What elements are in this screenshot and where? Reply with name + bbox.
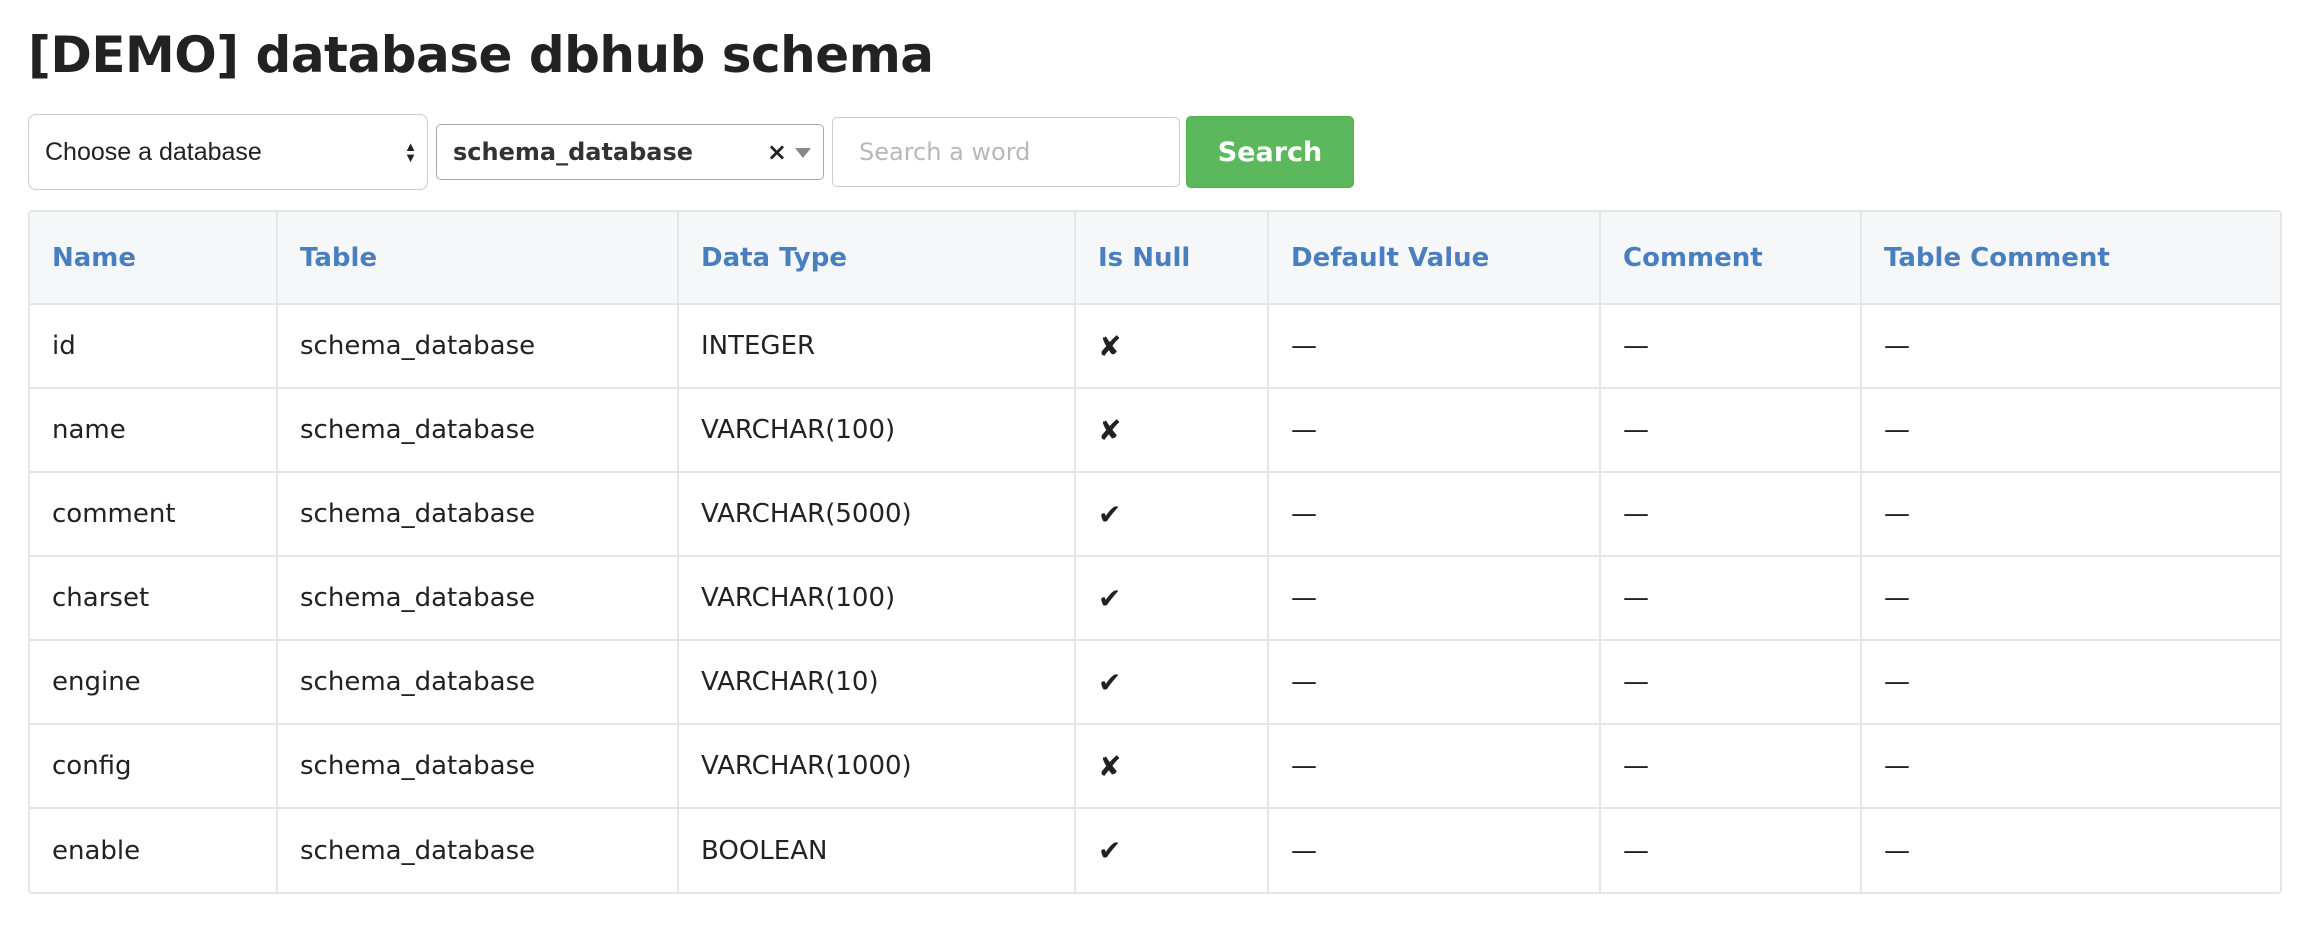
clear-icon[interactable]: × [767,138,787,166]
table-row: charset schema_database VARCHAR(100) ✔ —… [30,556,2280,641]
column-header-default-value[interactable]: Default Value [1268,212,1601,305]
database-select[interactable]: Choose a database ▲ ▼ [28,114,428,190]
cross-icon: ✘ [1075,724,1269,809]
table-row: config schema_database VARCHAR(1000) ✘ —… [30,724,2280,809]
cell-name: enable [30,808,278,892]
check-icon: ✔ [1075,556,1269,641]
table-row: name schema_database VARCHAR(100) ✘ — — … [30,388,2280,473]
table-select[interactable]: schema_database × [436,124,824,180]
cell-comment: — [1600,724,1862,809]
cell-data-type: VARCHAR(1000) [678,724,1076,809]
cell-name: engine [30,640,278,725]
cell-table-comment: — [1884,835,1910,866]
cell-comment: — [1600,388,1862,473]
column-header-comment[interactable]: Comment [1600,212,1862,305]
cell-comment: — [1600,472,1862,557]
cell-table-comment: — [1861,556,2280,641]
select-arrows-icon: ▲ ▼ [404,140,417,165]
schema-table: Name Table Data Type Is Null Default Val… [30,212,2280,892]
column-header-table[interactable]: Table [277,212,679,305]
page: [DEMO] database dbhub schema Choose a da… [0,0,2302,894]
cell-data-type: VARCHAR(100) [678,556,1076,641]
cell-table: schema_database [277,808,679,892]
column-header-table-comment[interactable]: Table Comment [1861,212,2280,305]
cell-table-comment: — [1861,304,2280,389]
cell-table-comment: — [1861,388,2280,473]
check-icon: ✔ [1075,640,1269,725]
page-title: [DEMO] database dbhub schema [28,26,934,84]
cell-name: comment [30,472,278,557]
cell-table: schema_database [277,556,679,641]
cell-table: schema_database [277,472,679,557]
cell-data-type: VARCHAR(5000) [678,472,1076,557]
cell-default-value: — [1268,640,1601,725]
search-input[interactable] [832,117,1180,187]
cell-name: charset [30,556,278,641]
cell-default-value: — [1268,556,1601,641]
arrow-down-icon: ▼ [404,150,417,165]
check-icon: ✔ [1075,472,1269,557]
cell-data-type: VARCHAR(100) [678,388,1076,473]
cell-table: schema_database [277,304,679,389]
column-header-name[interactable]: Name [30,212,278,305]
cell-comment: — [1600,808,1862,892]
cell-name: id [30,304,278,389]
cell-default-value: — [1268,808,1601,892]
table-row: comment schema_database VARCHAR(5000) ✔ … [30,472,2280,557]
cell-table: schema_database [277,388,679,473]
cell-table-comment: — [1861,640,2280,725]
column-header-is-null[interactable]: Is Null [1075,212,1269,305]
cell-comment: — [1600,640,1862,725]
cell-table: schema_database [277,640,679,725]
table-row: engine schema_database VARCHAR(10) ✔ — —… [30,640,2280,725]
cell-table: schema_database [277,724,679,809]
cell-comment: — [1600,304,1862,389]
table-header-row: Name Table Data Type Is Null Default Val… [30,212,2280,305]
cell-name: name [30,388,278,473]
cell-table-comment: — [1861,472,2280,557]
cell-default-value: — [1268,388,1601,473]
cell-table-comment: — [1861,724,2280,809]
cell-comment: — [1600,556,1862,641]
cell-data-type: VARCHAR(10) [678,640,1076,725]
table-row: enable schema_database BOOLEAN ✔ — — — [30,808,2280,892]
cell-name: config [30,724,278,809]
cell-default-value: — [1268,304,1601,389]
database-select-value: Choose a database [45,137,262,166]
table-row: id schema_database INTEGER ✘ — — — [30,304,2280,389]
cell-default-value: — [1268,472,1601,557]
search-button[interactable]: Search [1186,116,1354,188]
check-icon: ✔ [1075,808,1269,892]
schema-table-container: Name Table Data Type Is Null Default Val… [28,210,2282,894]
cell-data-type: INTEGER [678,304,1076,389]
table-select-value: schema_database [453,138,694,166]
cross-icon: ✘ [1075,388,1269,473]
column-header-data-type[interactable]: Data Type [678,212,1076,305]
cross-icon: ✘ [1075,304,1269,389]
cell-default-value: — [1268,724,1601,809]
chevron-down-icon[interactable] [795,148,811,158]
toolbar: Choose a database ▲ ▼ schema_database × … [28,114,2274,190]
cell-data-type: BOOLEAN [678,808,1076,892]
